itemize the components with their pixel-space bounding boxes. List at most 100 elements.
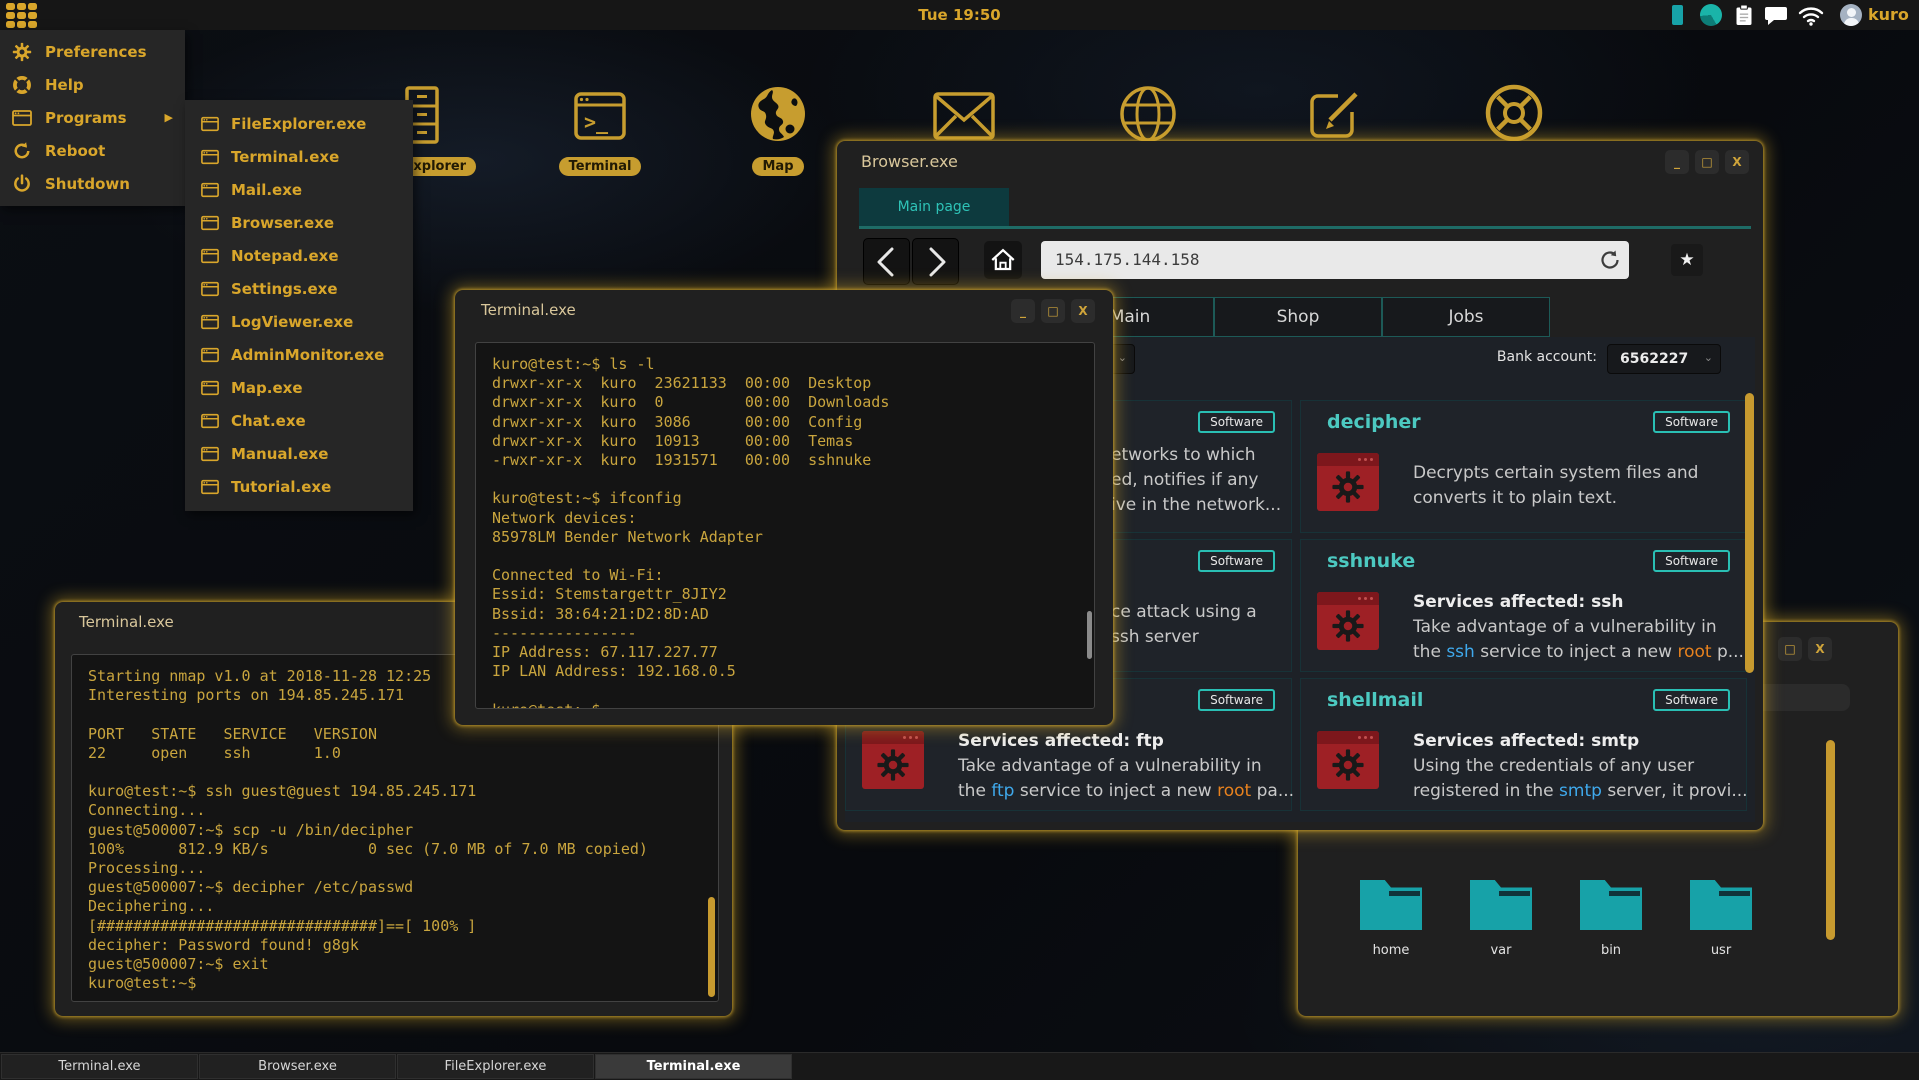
app-icon [1317,592,1379,650]
desktop-icon-mail[interactable] [926,88,1002,144]
submenu-item-mail[interactable]: Mail.exe [185,173,413,206]
submenu-item-manual[interactable]: Manual.exe [185,437,413,470]
refresh-icon[interactable] [1599,249,1621,275]
folder-label: var [1490,943,1511,958]
chevron-down-icon: ⌄ [1704,345,1713,371]
back-button[interactable] [863,238,910,285]
file-explorer-scrollbar[interactable] [1826,740,1835,940]
submenu-item-adminmonitor[interactable]: AdminMonitor.exe [185,338,413,371]
menu-item-shutdown[interactable]: Shutdown [0,167,185,200]
submenu-item-logviewer[interactable]: LogViewer.exe [185,305,413,338]
browser-scrollbar[interactable] [1745,393,1754,673]
home-button[interactable] [984,241,1022,279]
window-icon [201,479,219,495]
desktop-icon-notepad[interactable] [1296,84,1372,148]
url-text: 154.175.144.158 [1055,241,1200,279]
lifesaver-icon [12,75,32,95]
software-card-sshnuke[interactable]: sshnuke Software Services affected: ssh … [1300,539,1747,672]
submenu-item-browser[interactable]: Browser.exe [185,206,413,239]
software-badge: Software [1198,411,1275,433]
submenu-item-terminal[interactable]: Terminal.exe [185,140,413,173]
desktop-background: FileExplorer >_ Terminal Map [0,0,1919,1079]
software-card-decipher[interactable]: decipher Software Decrypts certain syste… [1300,400,1747,533]
window-icon [201,182,219,198]
folder-bin[interactable]: bin [1580,880,1642,958]
url-bar[interactable]: 154.175.144.158 [1041,241,1629,279]
software-badge: Software [1653,689,1730,711]
window-icon [201,149,219,165]
window-icon [201,116,219,132]
folder-var[interactable]: var [1470,880,1532,958]
minimize-button[interactable]: _ [1665,150,1689,174]
desktop-icon-helm[interactable] [1476,82,1552,148]
terminal-screen[interactable]: kuro@test:~$ ls -ldrwxr-xr-x kuro 236211… [475,342,1095,709]
folder-label: usr [1711,943,1731,958]
menu-item-help[interactable]: Help [0,68,185,101]
forward-button[interactable] [912,238,959,285]
window-title: Terminal.exe [481,301,576,319]
bank-account-dropdown[interactable]: 6562227 ⌄ [1607,344,1721,374]
folder-usr[interactable]: usr [1690,880,1752,958]
power-icon [12,174,32,194]
top-bar: Tue 19:50 kuro [0,0,1919,30]
menu-item-reboot[interactable]: Reboot [0,134,185,167]
star-icon: ★ [1679,250,1694,270]
avatar-icon[interactable] [1840,4,1862,26]
folder-label: bin [1601,943,1621,958]
close-button[interactable]: X [1071,299,1095,323]
battery-icon[interactable] [1672,5,1683,25]
cpu-pie-icon[interactable] [1700,4,1722,26]
submenu-item-settings[interactable]: Settings.exe [185,272,413,305]
browser-tab-main-page[interactable]: Main page [859,188,1009,226]
gear-icon [1331,470,1365,504]
terminal-scrollbar[interactable] [708,897,715,997]
bookmark-button[interactable]: ★ [1671,244,1703,276]
terminal-icon: >_ [568,84,632,148]
taskbar-item-browser[interactable]: Browser.exe [199,1054,396,1079]
terminal-scrollbar[interactable] [1087,611,1092,659]
maximize-button[interactable]: □ [1778,637,1802,661]
submenu-item-chat[interactable]: Chat.exe [185,404,413,437]
desktop-icon-terminal[interactable]: >_ Terminal [562,84,638,176]
folder-icon [1690,880,1752,930]
folder-label: home [1373,943,1410,958]
page-tab-shop[interactable]: Shop [1214,297,1382,337]
submenu-item-map[interactable]: Map.exe [185,371,413,404]
close-button[interactable]: X [1808,637,1832,661]
taskbar-item-fileexplorer[interactable]: FileExplorer.exe [397,1054,594,1079]
menu-item-preferences[interactable]: Preferences [0,35,185,68]
folder-icon [1360,880,1422,930]
window-icon [201,347,219,363]
window-icon [201,215,219,231]
card-description: etworks to which ed, notifies if any ive… [1111,443,1281,518]
software-badge: Software [1198,689,1275,711]
maximize-button[interactable]: □ [1695,150,1719,174]
desktop-icon-label: Terminal [559,157,642,176]
terminal-window-center: Terminal.exe _ □ X kuro@test:~$ ls -ldrw… [455,290,1113,725]
page-tab-jobs[interactable]: Jobs [1382,297,1550,337]
chat-icon[interactable] [1764,6,1788,30]
folder-home[interactable]: home [1360,880,1422,958]
clipboard-icon[interactable] [1734,3,1754,31]
submenu-item-tutorial[interactable]: Tutorial.exe [185,470,413,503]
globe-icon [1116,84,1180,148]
desktop-icon-map[interactable]: Map [740,84,816,176]
close-button[interactable]: X [1725,150,1749,174]
software-badge: Software [1653,411,1730,433]
window-icon [201,413,219,429]
start-menu-button[interactable] [6,3,48,28]
software-card-shellmail[interactable]: shellmail Software Services affected: sm… [1300,678,1747,811]
taskbar-item-terminal-2[interactable]: Terminal.exe [595,1054,792,1079]
chevron-down-icon: ⌄ [1118,345,1127,371]
taskbar-item-terminal-1[interactable]: Terminal.exe [1,1054,198,1079]
card-description: Services affected: ftp Take advantage of… [958,729,1294,804]
desktop-icon-browser[interactable] [1110,84,1186,148]
username[interactable]: kuro [1868,5,1909,24]
submenu-item-notepad[interactable]: Notepad.exe [185,239,413,272]
card-description: Decrypts certain system files and conver… [1413,461,1698,511]
submenu-item-fileexplorer[interactable]: FileExplorer.exe [185,107,413,140]
menu-item-programs[interactable]: Programs ▶ [0,101,185,134]
minimize-button[interactable]: _ [1011,299,1035,323]
wifi-icon[interactable] [1798,6,1824,30]
maximize-button[interactable]: □ [1041,299,1065,323]
